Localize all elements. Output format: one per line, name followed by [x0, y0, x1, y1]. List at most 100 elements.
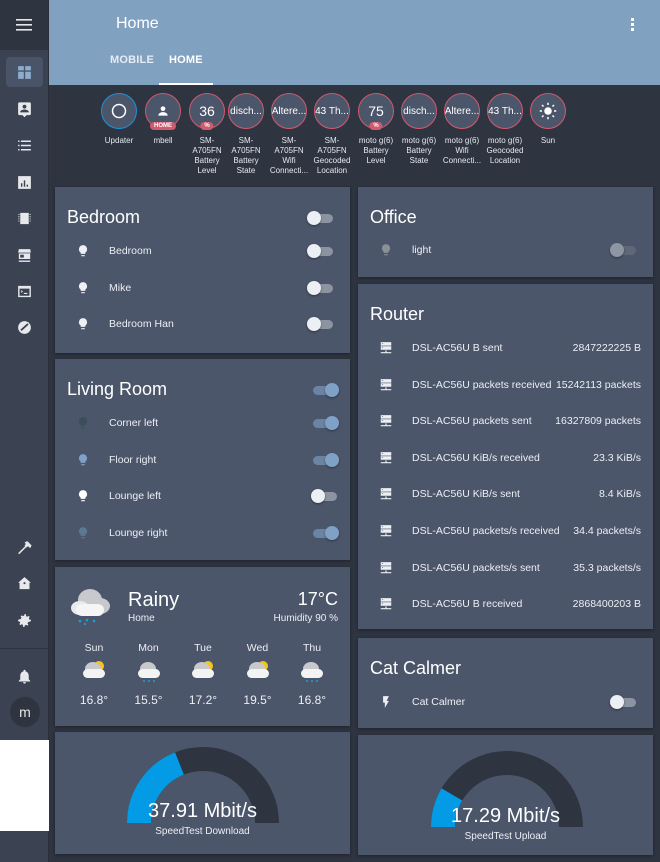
badge[interactable]: disch... SM-A705FN Battery State — [225, 93, 267, 176]
badge[interactable]: 75% moto g(6) Battery Level — [355, 93, 397, 166]
entity-value: 23.3 KiB/s — [593, 451, 641, 464]
entity-value: 35.3 packets/s — [573, 561, 641, 574]
entity-row[interactable]: Corner left — [55, 411, 350, 435]
entity-row[interactable]: Floor right — [55, 448, 350, 472]
forecast-temp: 17.2° — [188, 693, 218, 707]
sidebar-divider — [0, 648, 49, 649]
entity-row[interactable]: DSL-AC56U packets/s sent 35.3 packets/s — [358, 556, 653, 580]
entity-row[interactable]: Lounge left — [55, 484, 350, 508]
badge[interactable]: HOME mbell — [142, 93, 184, 146]
overflow-menu-button[interactable] — [626, 16, 638, 34]
weather-temperature: 17°C — [297, 589, 338, 609]
entity-row[interactable]: light — [358, 238, 653, 262]
badge-value: 36 — [199, 103, 215, 119]
entity-toggle[interactable] — [307, 244, 335, 258]
entity-name: DSL-AC56U KiB/s received — [412, 451, 540, 464]
sidebar-item-developer-tools[interactable] — [6, 532, 43, 562]
tab-mobile[interactable]: MOBILE — [110, 54, 154, 85]
badge[interactable]: Sun — [527, 93, 569, 146]
entity-row[interactable]: Mike — [55, 276, 350, 300]
entity-toggle[interactable] — [610, 695, 638, 709]
entity-row[interactable]: DSL-AC56U packets sent 16327809 packets — [358, 409, 653, 433]
card-title: Bedroom — [67, 207, 141, 227]
bedroom-master-toggle[interactable] — [307, 211, 335, 225]
entity-toggle[interactable] — [610, 243, 638, 257]
entity-toggle[interactable] — [311, 489, 339, 503]
badge-label: Updater — [104, 136, 134, 145]
forecast-temp: 16.8° — [79, 693, 109, 707]
forecast-day-name: Sun — [84, 642, 104, 654]
entity-row[interactable]: Bedroom Han — [55, 312, 350, 336]
sidebar-menu-button[interactable] — [0, 0, 48, 50]
tab-home[interactable]: HOME — [159, 54, 213, 85]
rainy-icon — [124, 654, 174, 689]
entity-value: 34.4 packets/s — [573, 525, 641, 537]
speedtest-upload-card[interactable]: 17.29 Mbit/s SpeedTest Upload — [358, 735, 653, 855]
badge[interactable]: 36% SM-A705FN Battery Level — [186, 93, 228, 176]
sidebar-item-node-red[interactable] — [6, 312, 43, 342]
entity-toggle[interactable] — [307, 317, 335, 331]
badge-value: disch... — [230, 105, 262, 117]
server-network-icon — [368, 413, 404, 429]
badge-circle: 43 Th... — [487, 93, 523, 129]
lightbulb-icon — [65, 243, 101, 259]
user-avatar[interactable]: m — [10, 697, 40, 727]
cog-icon — [18, 613, 31, 627]
badges-row: Updater HOME mbell 36% SM-A705FN Battery Lev… — [49, 85, 660, 185]
sidebar-item-notifications[interactable] — [6, 661, 43, 691]
entity-row[interactable]: DSL-AC56U packets received 15242113 packe… — [358, 373, 653, 397]
sidebar-item-hacs[interactable] — [6, 240, 43, 270]
entity-name: DSL-AC56U packets received — [412, 378, 552, 391]
dashboard-icon — [18, 65, 31, 79]
sidebar-item-terminal[interactable] — [6, 276, 43, 306]
lightbulb-icon — [65, 280, 101, 296]
entity-row[interactable]: Lounge right — [55, 521, 350, 545]
badge-tag: % — [200, 122, 214, 130]
entity-row[interactable]: Bedroom — [55, 239, 350, 263]
entity-row[interactable]: DSL-AC56U B received 2868400203 B — [358, 592, 653, 616]
sidebar-item-person-map[interactable] — [6, 94, 43, 124]
entity-row[interactable]: Cat Calmer — [358, 690, 653, 714]
weather-card[interactable]: Rainy Home 17°C Humidity 90 % Sun 16.8° Mo… — [55, 567, 350, 726]
badge[interactable]: Altere... SM-A705FN Wifi Connecti... — [268, 93, 310, 176]
entity-toggle[interactable] — [311, 452, 339, 467]
forecast-temp: 15.5° — [134, 693, 163, 707]
badge[interactable]: 43 Th... moto g(6) Geocoded Location — [484, 93, 526, 166]
entity-name: DSL-AC56U B received — [412, 598, 523, 611]
badge-label: SM-A705FN Wifi Connecti... — [269, 136, 309, 175]
badge[interactable]: Altere... moto g(6) Wifi Connecti... — [441, 93, 483, 166]
home-assistant-icon — [18, 576, 31, 589]
speedtest-download-card[interactable]: 37.91 Mbit/s SpeedTest Download — [55, 732, 350, 854]
sidebar-item-overview[interactable] — [6, 57, 43, 87]
entity-toggle[interactable] — [311, 525, 339, 540]
badge-circle: 43 Th... — [314, 93, 350, 129]
entity-row[interactable]: DSL-AC56U packets/s received 34.4 packets… — [358, 519, 653, 543]
sidebar-item-history[interactable] — [6, 167, 43, 197]
sidebar-item-configuration[interactable] — [6, 605, 43, 635]
badge-tag: HOME — [150, 122, 176, 130]
badge[interactable]: Updater — [98, 93, 140, 146]
badge-value: Altere... — [271, 105, 307, 117]
badge-circle — [101, 93, 137, 129]
badge[interactable]: 43 Th... SM-A705FN Geocoded Location — [311, 93, 353, 176]
badge[interactable]: disch... moto g(6) Battery State — [398, 93, 440, 166]
badge-label: SM-A705FN Battery Level — [192, 136, 222, 175]
entity-row[interactable]: DSL-AC56U KiB/s received 23.3 KiB/s — [358, 446, 653, 470]
sidebar-item-logbook[interactable] — [6, 130, 43, 160]
entity-row[interactable]: DSL-AC56U B sent 2847222225 B — [358, 336, 653, 360]
entity-value: 16327809 packets — [555, 415, 641, 428]
partly-cloudy-icon — [69, 654, 119, 689]
sidebar-item-supervisor[interactable] — [6, 568, 43, 598]
weather-condition: Rainy — [128, 589, 180, 611]
weather-humidity: Humidity 90 % — [273, 613, 338, 624]
entity-row[interactable]: DSL-AC56U KiB/s sent 8.4 KiB/s — [358, 482, 653, 506]
sidebar: m — [0, 0, 49, 862]
living-room-master-toggle[interactable] — [311, 383, 339, 397]
entity-toggle[interactable] — [311, 416, 339, 430]
entity-toggle[interactable] — [307, 280, 335, 295]
flash-icon — [368, 694, 404, 710]
sidebar-item-esphome[interactable] — [6, 203, 43, 233]
store-icon — [18, 248, 31, 262]
forecast-day: Thu 16.8° — [287, 642, 337, 707]
dots-vertical-icon — [630, 18, 634, 21]
